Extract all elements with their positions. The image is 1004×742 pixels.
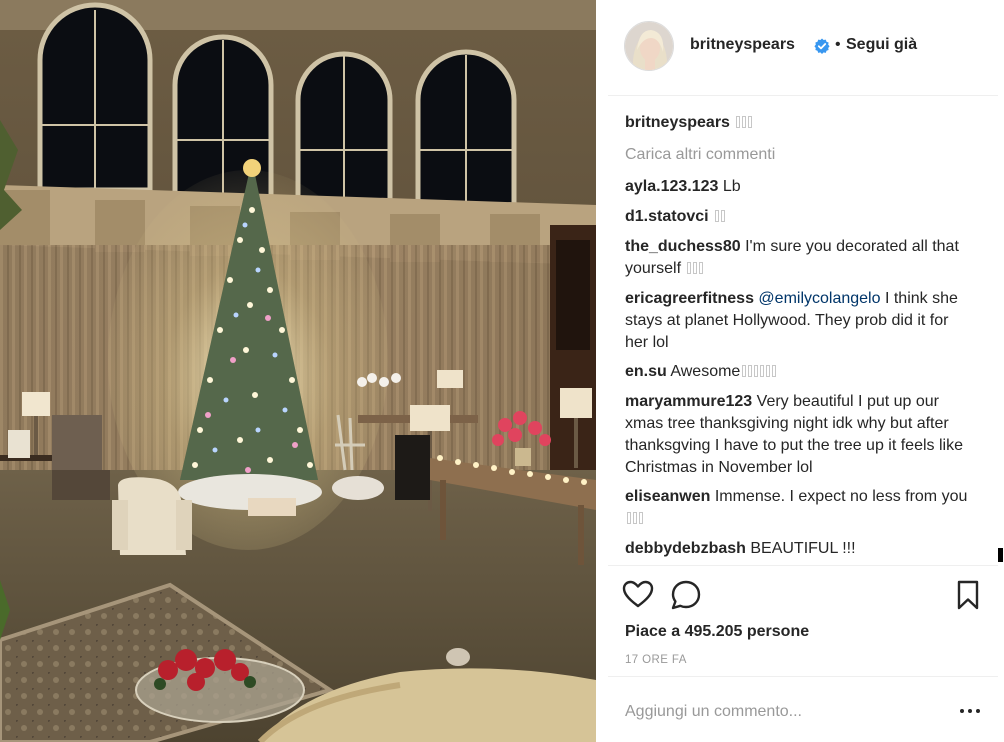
comment-item: d1.statovci [625,206,975,228]
comment-username[interactable]: ayla.123.123 [625,178,718,195]
comment-item: eliseanwen Immense. I expect no less fro… [625,486,975,530]
verified-badge-icon [814,38,830,54]
post-timestamp[interactable]: 17 ORE FA [625,654,687,666]
caption-username[interactable]: britneyspears [625,114,730,131]
caption-emoji-placeholder [734,114,753,131]
add-comment-bar [608,676,998,742]
comment-username[interactable]: ericagreerfitness [625,290,754,307]
post-actions: Piace a 495.205 persone 17 ORE FA [608,565,998,675]
comment-item: maryammure123 Very beautiful I put up ou… [625,391,975,479]
comment-text: BEAUTIFUL !!! [750,540,856,557]
comments-scrollbar[interactable] [998,100,1003,562]
comment-text: Immense. I expect no less from you [714,488,968,505]
comment-username[interactable]: maryammure123 [625,393,752,410]
post-author-username[interactable]: britneyspears [690,36,795,54]
comment-item: ayla.123.123 Lb [625,176,975,198]
caption: britneyspears [625,112,975,134]
post-header: britneyspears • Segui già [608,0,998,96]
comment-emoji-placeholder [625,510,643,527]
comment-item: the_duchess80 I'm sure you decorated all… [625,236,975,280]
add-comment-input[interactable] [625,697,935,727]
header-separator: • [835,36,841,53]
scrollbar-thumb[interactable] [998,548,1003,562]
avatar[interactable] [624,21,674,71]
comment-item: debbydebzbash BEAUTIFUL !!! [625,538,975,560]
comment-username[interactable]: debbydebzbash [625,540,746,557]
load-more-comments-link[interactable]: Carica altri commenti [625,144,975,166]
comment-username[interactable]: the_duchess80 [625,238,741,255]
comment-text: Awesome [670,363,741,380]
likes-count[interactable]: Piace a 495.205 persone [625,623,809,641]
comment-emoji-placeholder [685,260,704,277]
bookmark-icon[interactable] [951,578,985,612]
comment-username[interactable]: eliseanwen [625,488,710,505]
comment-mention[interactable]: @emilycolangelo [758,290,880,307]
comment-username[interactable]: d1.statovci [625,208,709,225]
comment-emoji-placeholder [740,363,777,380]
more-options-icon[interactable] [960,709,980,715]
comment-item: en.su Awesome [625,361,975,383]
post-detail-panel: britneyspears • Segui già britneyspears … [596,0,1004,742]
following-button[interactable]: Segui già [846,36,917,54]
comment-icon[interactable] [669,578,703,612]
post-photo[interactable] [0,0,596,742]
comment-item: ericagreerfitness @emilycolangelo I thin… [625,288,975,354]
comment-text: Lb [722,178,741,195]
comment-emoji-placeholder [713,208,726,225]
comment-username[interactable]: en.su [625,363,667,380]
heart-icon[interactable] [621,578,655,612]
